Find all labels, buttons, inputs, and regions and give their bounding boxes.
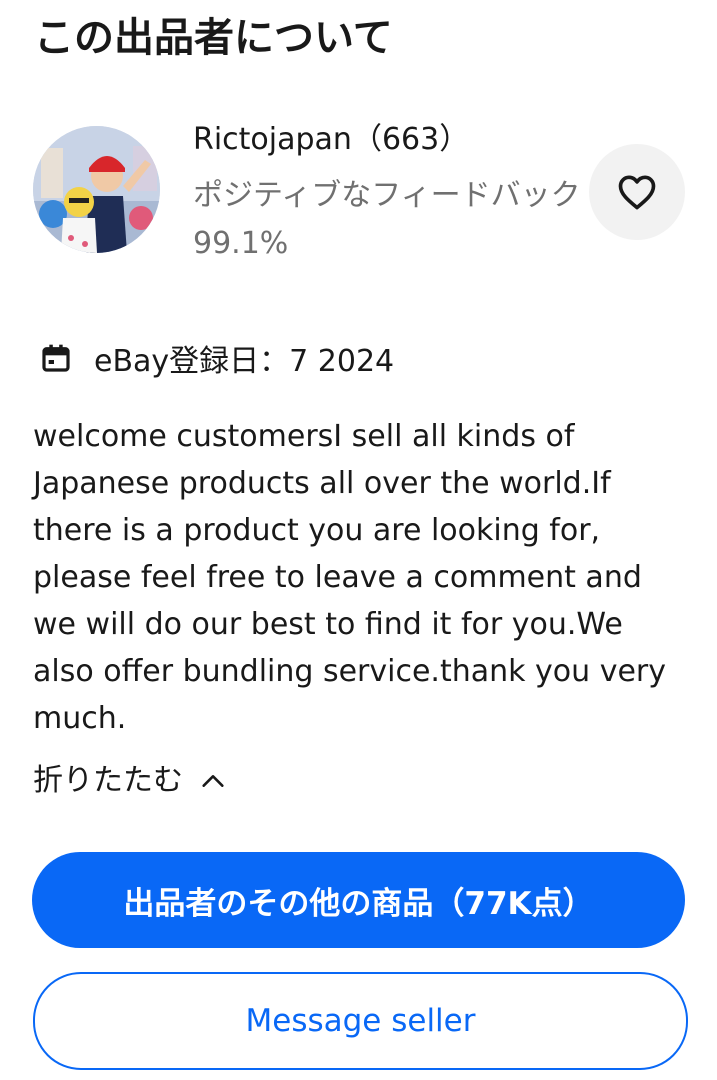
avatar[interactable] [33,126,160,253]
calendar-icon [42,344,70,372]
page-title: この出品者について [34,15,393,61]
heart-outline-icon [618,175,656,210]
follow-seller-button[interactable] [589,144,685,240]
chevron-up-icon [202,775,224,787]
avatar-image [33,126,160,253]
registration-date: eBay登録日：7 2024 [94,344,395,379]
seller-description: welcome customersI sell all kinds of Jap… [33,419,667,736]
registration-info: eBay登録日：7 2024 [40,336,394,380]
message-seller-button[interactable]: Message seller [33,972,688,1070]
seller-name[interactable]: Rictojapan（663） [193,120,469,160]
seller-other-items-button[interactable]: 出品者のその他の商品（77K点） [32,852,685,948]
collapse-toggle[interactable]: 折りたたむ [33,758,227,804]
collapse-label: 折りたたむ [33,763,183,798]
seller-feedback: ポジティブなフィードバック 99.1% [193,178,581,261]
